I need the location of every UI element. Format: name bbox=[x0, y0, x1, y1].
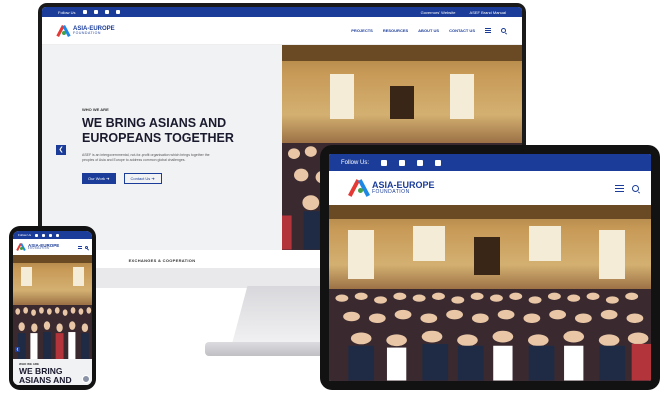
brand-manual-link[interactable]: ASEF Brand Manual bbox=[470, 10, 506, 15]
phone-follow-label: Follow Us bbox=[18, 233, 32, 237]
logo-line2: FOUNDATION bbox=[73, 30, 101, 35]
youtube-icon[interactable] bbox=[49, 233, 53, 237]
asef-logo-icon bbox=[56, 24, 71, 37]
phone-navbar: ASIA-EUROPE FOUNDATION bbox=[13, 239, 92, 255]
youtube-icon[interactable] bbox=[104, 10, 109, 14]
phone-asef-logo[interactable]: ASIA-EUROPE FOUNDATION bbox=[16, 242, 59, 252]
hamburger-menu-icon[interactable] bbox=[485, 28, 491, 33]
desktop-topbar: Follow Us Governors' Website ASEF Brand … bbox=[42, 7, 522, 17]
youtube-icon[interactable] bbox=[417, 159, 424, 166]
phone-hero-headline: WE BRING ASIANS AND bbox=[19, 366, 72, 385]
tablet-screen: Follow Us: ASIA-EUROPE FOUNDATION bbox=[329, 154, 651, 381]
topbar-links: Governors' Website ASEF Brand Manual bbox=[421, 10, 506, 15]
search-icon[interactable] bbox=[85, 245, 88, 249]
hamburger-menu-icon[interactable] bbox=[615, 184, 624, 192]
social-links: Follow Us bbox=[58, 10, 120, 15]
phone-screen: Follow Us ASIA-EUROPE FOUNDATION ❮ WHO W… bbox=[13, 231, 92, 385]
our-work-button[interactable]: Our Work ➔ bbox=[82, 172, 116, 184]
phone-hero-text: WHO WE ARE WE BRING ASIANS AND bbox=[13, 359, 92, 385]
hamburger-menu-icon[interactable] bbox=[78, 245, 82, 249]
linkedin-icon[interactable] bbox=[399, 159, 406, 166]
hero-headline: WE BRING ASIANS AND EUROPEANS TOGETHER bbox=[82, 116, 234, 145]
logo-line2: FOUNDATION bbox=[372, 189, 410, 195]
hero-text-panel: ❮ WHO WE ARE WE BRING ASIANS AND EUROPEA… bbox=[42, 45, 282, 250]
nav-projects[interactable]: PROJECTS bbox=[351, 28, 373, 33]
group-photo bbox=[329, 205, 651, 381]
search-icon[interactable] bbox=[501, 28, 506, 33]
asef-logo-icon bbox=[348, 179, 370, 197]
logo-line2: FOUNDATION bbox=[28, 247, 50, 250]
tablet-asef-logo[interactable]: ASIA-EUROPE FOUNDATION bbox=[348, 179, 435, 197]
hero-description: ASEF is an intergovernmental, not-for-pr… bbox=[82, 153, 210, 162]
x-twitter-icon[interactable] bbox=[56, 233, 60, 237]
governors-website-link[interactable]: Governors' Website bbox=[421, 10, 456, 15]
crowd-illustration bbox=[329, 289, 651, 381]
tablet-navbar: ASIA-EUROPE FOUNDATION bbox=[329, 171, 651, 205]
hero-prev-arrow[interactable]: ❮ bbox=[56, 145, 66, 155]
facebook-icon[interactable] bbox=[82, 10, 87, 14]
tablet-topbar: Follow Us: bbox=[329, 154, 651, 171]
nav-about-us[interactable]: ABOUT US bbox=[418, 28, 439, 33]
crowd-illustration bbox=[13, 304, 92, 359]
device-mockup-stage: Follow Us Governors' Website ASEF Brand … bbox=[0, 0, 667, 394]
asef-logo[interactable]: ASIA-EUROPE FOUNDATION bbox=[56, 24, 115, 37]
x-twitter-icon[interactable] bbox=[115, 10, 120, 14]
group-photo bbox=[13, 255, 92, 359]
nav-resources[interactable]: RESOURCES bbox=[383, 28, 408, 33]
nav-contact-us[interactable]: CONTACT US bbox=[449, 28, 475, 33]
search-icon[interactable] bbox=[632, 184, 639, 192]
phone-hero-prev-arrow[interactable]: ❮ bbox=[15, 347, 20, 352]
linkedin-icon[interactable] bbox=[42, 233, 46, 237]
facebook-icon[interactable] bbox=[35, 233, 39, 237]
follow-label: Follow Us bbox=[58, 9, 76, 15]
tablet-hero-photo bbox=[329, 205, 651, 381]
facebook-icon[interactable] bbox=[381, 159, 388, 166]
hero-eyebrow: WHO WE ARE bbox=[82, 107, 109, 112]
phone-topbar: Follow Us bbox=[13, 231, 92, 239]
linkedin-icon[interactable] bbox=[93, 10, 98, 14]
contact-us-button[interactable]: Contact Us ➔ bbox=[123, 172, 162, 184]
tablet-device: Follow Us: ASIA-EUROPE FOUNDATION bbox=[320, 145, 660, 390]
tablet-follow-label: Follow Us: bbox=[341, 159, 370, 166]
chat-bubble-icon[interactable] bbox=[82, 375, 90, 383]
phone-device: Follow Us ASIA-EUROPE FOUNDATION ❮ WHO W… bbox=[9, 226, 96, 390]
main-nav: PROJECTS RESOURCES ABOUT US CONTACT US bbox=[351, 28, 506, 33]
desktop-navbar: ASIA-EUROPE FOUNDATION PROJECTS RESOURCE… bbox=[42, 17, 522, 45]
phone-hero-photo bbox=[13, 255, 92, 359]
asef-logo-icon bbox=[16, 242, 26, 252]
x-twitter-icon[interactable] bbox=[435, 159, 442, 166]
